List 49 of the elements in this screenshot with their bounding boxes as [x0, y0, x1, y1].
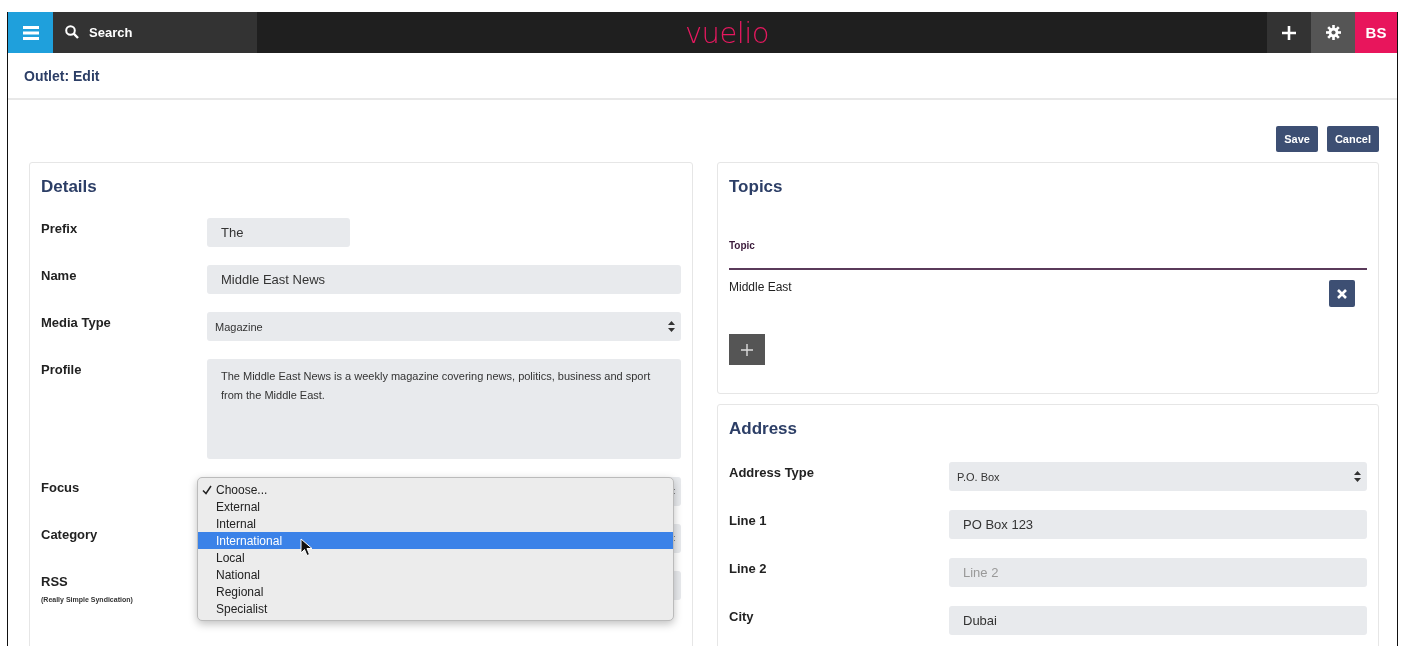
table-cell: Middle East — [729, 280, 792, 294]
section-title: Details — [41, 177, 98, 197]
settings-icon — [1325, 25, 1341, 40]
field-label: Profile — [41, 362, 83, 377]
input-field[interactable]: Dubai — [949, 606, 1367, 635]
select-field[interactable]: P.O. Box — [949, 462, 1367, 491]
user-avatar[interactable]: BS — [1355, 12, 1397, 53]
input-field[interactable]: PO Box 123 — [949, 510, 1367, 539]
plus-icon — [741, 343, 753, 356]
field-label: Address Type — [729, 465, 815, 480]
select-arrows-icon — [1354, 471, 1361, 482]
textarea-field[interactable]: The Middle East News is a weekly magazine covering news, politics, business and sport from the Middle East. — [207, 359, 681, 459]
field-label: Name — [41, 268, 78, 283]
field-label: Category — [41, 527, 99, 542]
page-title: Outlet: Edit — [24, 67, 100, 84]
field-label: City — [729, 609, 755, 624]
close-icon — [1337, 288, 1347, 299]
dropdown-option[interactable]: Choose... — [198, 481, 673, 498]
section-title: Address — [729, 419, 799, 439]
action-button[interactable]: Save — [1276, 126, 1318, 152]
select-arrows-icon — [668, 321, 675, 332]
action-button[interactable]: Cancel — [1326, 126, 1379, 152]
dropdown-option[interactable]: External — [198, 498, 673, 515]
search-field[interactable]: Search — [53, 12, 257, 53]
field-label: Focus — [41, 480, 81, 495]
field-label: Prefix — [41, 221, 79, 236]
field-label: Line 2 — [729, 561, 768, 576]
dropdown-option[interactable]: Internal — [198, 515, 673, 532]
section-title: Topics — [729, 177, 784, 197]
dropdown-option[interactable]: Specialist — [198, 600, 673, 617]
settings-button[interactable] — [1311, 12, 1355, 53]
select-field[interactable]: Magazine — [207, 312, 681, 341]
search-icon — [65, 25, 79, 39]
dropdown-option[interactable]: Regional — [198, 583, 673, 600]
input-field[interactable]: The — [207, 218, 350, 247]
menu-button[interactable] — [8, 12, 53, 53]
logo[interactable]: vuelio — [684, 15, 770, 50]
field-label: Line 1 — [729, 513, 768, 528]
dropdown-option[interactable]: Local — [198, 549, 673, 566]
menu-icon — [22, 25, 39, 40]
column-header: Topic — [729, 240, 755, 251]
plus-icon — [1282, 25, 1296, 40]
add-button[interactable] — [1267, 12, 1311, 53]
input-field[interactable]: Middle East News — [207, 265, 681, 294]
field-label: RSS — [41, 574, 69, 589]
cursor-icon — [300, 538, 313, 557]
dropdown-option[interactable]: National — [198, 566, 673, 583]
field-label: Media Type — [41, 315, 112, 330]
delete-button[interactable] — [1329, 280, 1355, 307]
